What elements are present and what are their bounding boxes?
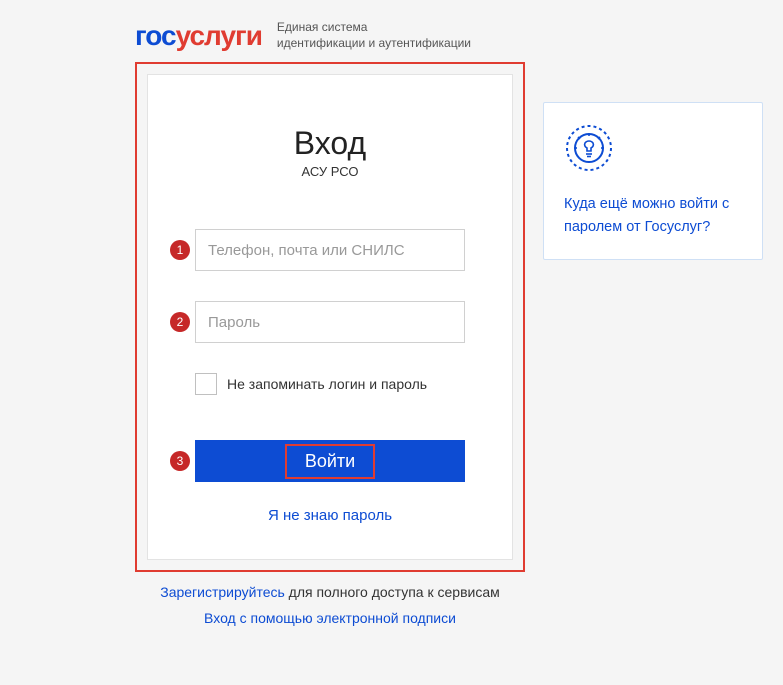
- logo-part-uslugi: услуги: [176, 20, 262, 51]
- annotation-badge-3: 3: [170, 451, 190, 471]
- tagline-line1: Единая система: [277, 20, 471, 36]
- annotation-badge-1: 1: [170, 240, 190, 260]
- password-field-row: 2: [178, 301, 482, 343]
- gosuslugi-logo: госуслуги: [135, 20, 262, 52]
- register-link[interactable]: Зарегистрируйтесь: [160, 584, 285, 600]
- footer-links: Зарегистрируйтесь для полного доступа к …: [135, 584, 525, 626]
- dont-remember-checkbox[interactable]: [195, 373, 217, 395]
- login-button-label: Войти: [285, 444, 375, 479]
- annotation-badge-2: 2: [170, 312, 190, 332]
- help-link[interactable]: Куда ещё можно войти с паролем от Госусл…: [564, 196, 729, 235]
- login-title: Вход: [294, 125, 366, 162]
- login-input[interactable]: [195, 229, 465, 271]
- login-button[interactable]: Войти: [195, 440, 465, 482]
- register-line: Зарегистрируйтесь для полного доступа к …: [135, 584, 525, 600]
- login-subtitle: АСУ РСО: [302, 164, 359, 179]
- annotation-outline: Вход АСУ РСО 1 2 Не запоминать логин и п…: [135, 62, 525, 572]
- logo-part-gos: гос: [135, 20, 176, 51]
- esign-line: Вход с помощью электронной подписи: [135, 610, 525, 626]
- login-field-row: 1: [178, 229, 482, 271]
- header: госуслуги Единая система идентификации и…: [135, 20, 783, 52]
- forgot-password-link[interactable]: Я не знаю пароль: [268, 507, 392, 524]
- dont-remember-label: Не запоминать логин и пароль: [227, 376, 427, 392]
- dont-remember-row: Не запоминать логин и пароль: [195, 373, 465, 395]
- register-rest: для полного доступа к сервисам: [285, 584, 500, 600]
- login-card: Вход АСУ РСО 1 2 Не запоминать логин и п…: [147, 74, 513, 560]
- lightbulb-icon: [564, 123, 614, 173]
- submit-row: 3 Войти: [178, 440, 482, 482]
- tagline-line2: идентификации и аутентификации: [277, 36, 471, 52]
- esign-link[interactable]: Вход с помощью электронной подписи: [204, 610, 456, 626]
- password-input[interactable]: [195, 301, 465, 343]
- tagline: Единая система идентификации и аутентифи…: [277, 20, 471, 51]
- help-sidebar: Куда ещё можно войти с паролем от Госусл…: [543, 102, 763, 260]
